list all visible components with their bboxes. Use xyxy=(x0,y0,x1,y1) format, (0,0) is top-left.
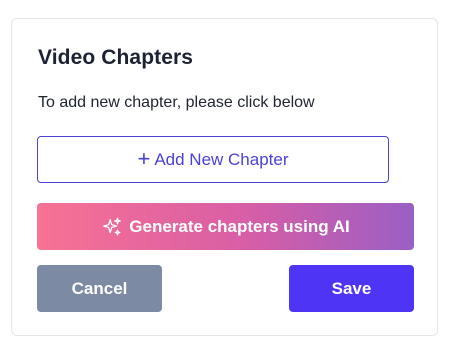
add-new-chapter-label: Add New Chapter xyxy=(154,149,289,169)
panel-subtitle: To add new chapter, please click below xyxy=(38,94,315,111)
plus-icon: + xyxy=(137,145,151,171)
generate-chapters-ai-label: Generate chapters using AI xyxy=(129,216,350,236)
generate-chapters-ai-button[interactable]: Generate chapters using AI xyxy=(37,203,414,250)
add-new-chapter-button[interactable]: + Add New Chapter xyxy=(37,136,389,183)
save-button[interactable]: Save xyxy=(289,265,414,312)
panel-title: Video Chapters xyxy=(38,46,194,69)
video-chapters-panel: Video Chapters To add new chapter, pleas… xyxy=(11,18,438,336)
cancel-button[interactable]: Cancel xyxy=(37,265,162,312)
sparkles-icon xyxy=(103,217,122,235)
